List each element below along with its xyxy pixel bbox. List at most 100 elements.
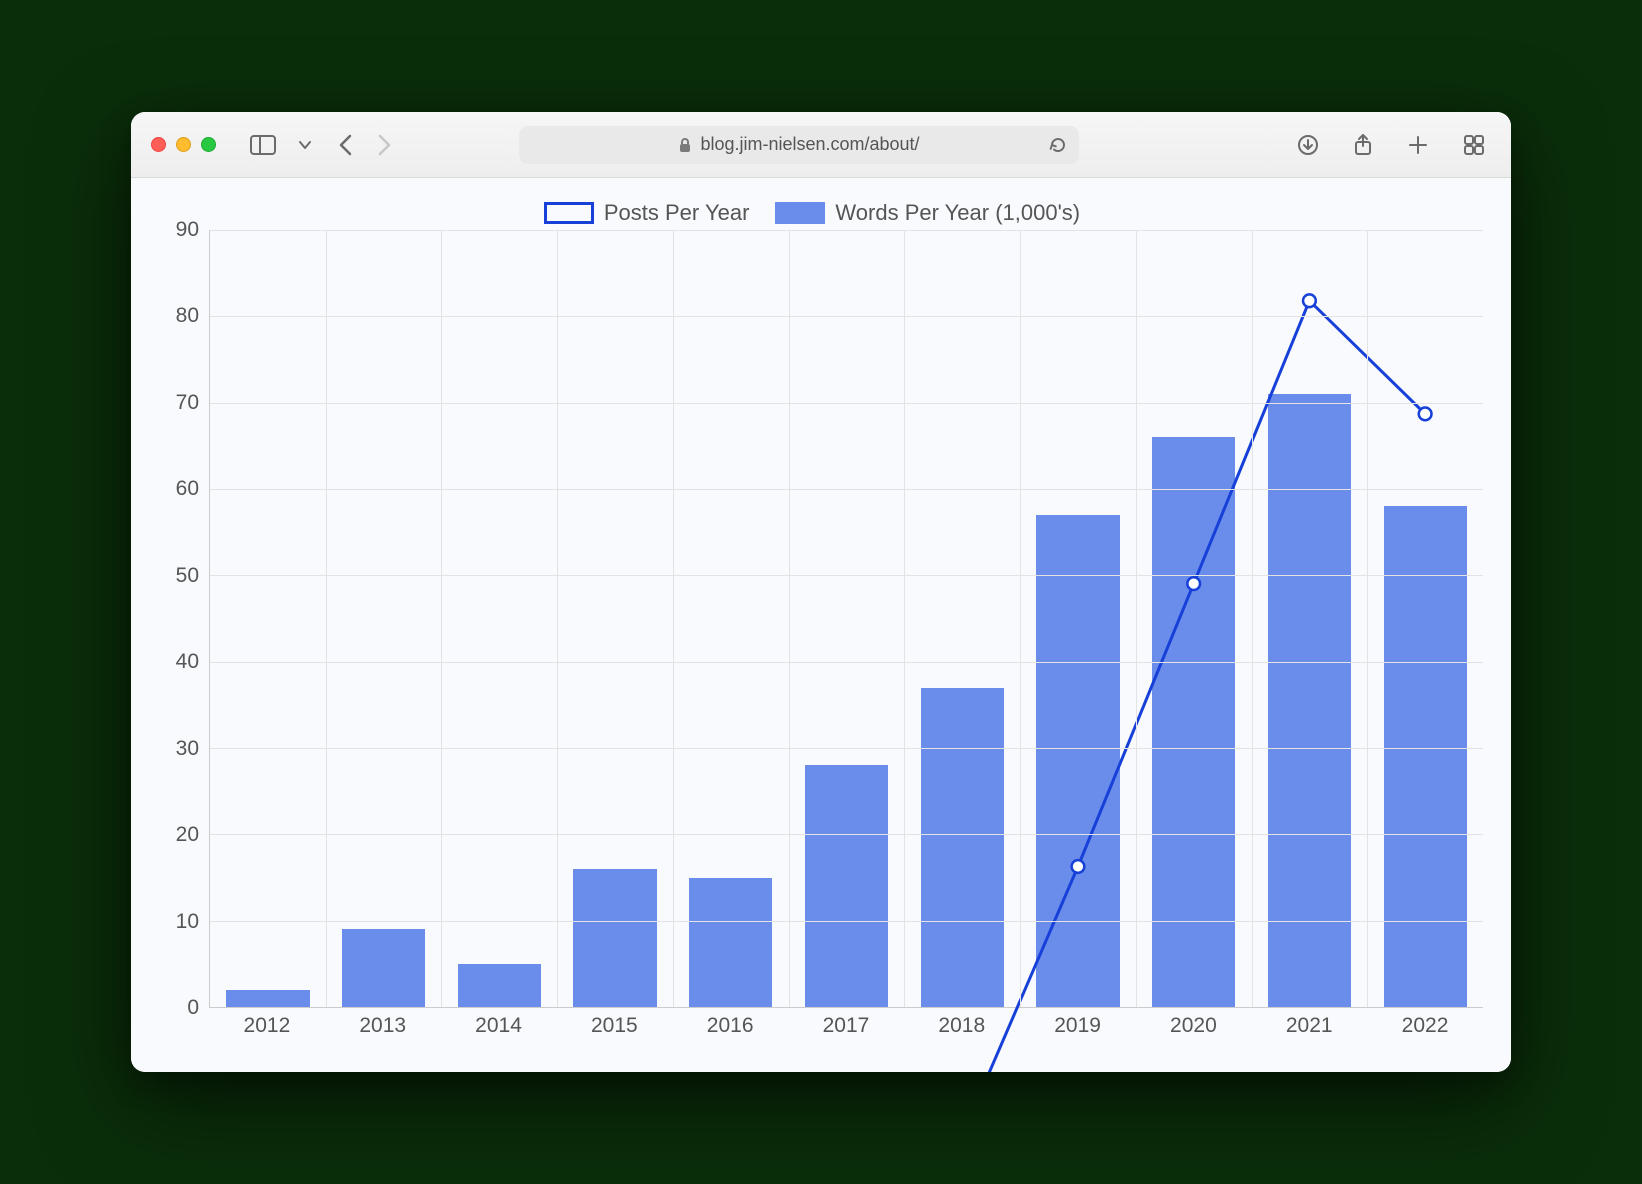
legend-label-words: Words Per Year (1,000's): [835, 200, 1080, 226]
chart-bar[interactable]: [921, 688, 1004, 1007]
y-tick-label: 30: [176, 737, 199, 761]
grid-line-vertical: [789, 230, 790, 1007]
page-content: Posts Per Year Words Per Year (1,000's) …: [131, 178, 1511, 1072]
chevron-right-icon: [374, 133, 394, 157]
bar-slot: [557, 230, 673, 1007]
y-tick-label: 90: [176, 218, 199, 242]
share-icon: [1353, 133, 1373, 157]
y-tick-label: 10: [176, 910, 199, 934]
chart-legend: Posts Per Year Words Per Year (1,000's): [141, 200, 1483, 226]
bar-slot: [326, 230, 442, 1007]
chart-bar[interactable]: [342, 929, 425, 1007]
close-window-button[interactable]: [151, 137, 166, 152]
grid-line-horizontal: [210, 489, 1483, 490]
chart-bar[interactable]: [573, 869, 656, 1007]
bar-slot: [1020, 230, 1136, 1007]
bar-slot: [673, 230, 789, 1007]
legend-swatch-line: [544, 202, 594, 224]
tab-group-dropdown-button[interactable]: [292, 134, 318, 156]
x-tick-label: 2014: [441, 1008, 557, 1048]
y-tick-label: 60: [176, 477, 199, 501]
share-button[interactable]: [1347, 129, 1379, 161]
chart-bar[interactable]: [1384, 506, 1467, 1007]
grid-line-horizontal: [210, 834, 1483, 835]
legend-label-posts: Posts Per Year: [604, 200, 750, 226]
y-tick-label: 80: [176, 304, 199, 328]
bar-slot: [1252, 230, 1368, 1007]
grid-icon: [1463, 134, 1485, 156]
bar-slot: [904, 230, 1020, 1007]
grid-line-horizontal: [210, 403, 1483, 404]
y-tick-label: 70: [176, 391, 199, 415]
grid-line-vertical: [557, 230, 558, 1007]
url-text: blog.jim-nielsen.com/about/: [700, 134, 919, 155]
maximize-window-button[interactable]: [201, 137, 216, 152]
grid-line-horizontal: [210, 662, 1483, 663]
y-tick-label: 40: [176, 650, 199, 674]
new-tab-button[interactable]: [1401, 130, 1435, 160]
bar-slot: [210, 230, 326, 1007]
grid-line-vertical: [326, 230, 327, 1007]
grid-line-horizontal: [210, 230, 1483, 231]
address-bar[interactable]: blog.jim-nielsen.com/about/: [519, 126, 1079, 164]
toolbar-right: [1291, 129, 1491, 161]
chart-bar[interactable]: [458, 964, 541, 1007]
sidebar-toggle-button[interactable]: [244, 131, 282, 159]
grid-line-horizontal: [210, 575, 1483, 576]
plot-area: [209, 230, 1483, 1008]
chart-bar[interactable]: [1036, 515, 1119, 1007]
chart-bar[interactable]: [689, 878, 772, 1007]
back-button[interactable]: [330, 129, 362, 161]
grid-line-vertical: [904, 230, 905, 1007]
bars-layer: [210, 230, 1483, 1007]
reload-icon: [1049, 136, 1067, 154]
x-tick-label: 2022: [1367, 1008, 1483, 1048]
grid-line-vertical: [441, 230, 442, 1007]
grid-line-vertical: [1252, 230, 1253, 1007]
minimize-window-button[interactable]: [176, 137, 191, 152]
bar-slot: [789, 230, 905, 1007]
x-tick-label: 2018: [904, 1008, 1020, 1048]
chart-bar[interactable]: [1268, 394, 1351, 1007]
chevron-down-icon: [298, 138, 312, 152]
nav-buttons: [330, 129, 400, 161]
y-tick-label: 50: [176, 564, 199, 588]
y-axis: 0102030405060708090: [141, 230, 209, 1008]
traffic-lights: [151, 137, 216, 152]
lock-icon: [678, 137, 692, 153]
titlebar: blog.jim-nielsen.com/about/: [131, 112, 1511, 178]
legend-item-posts[interactable]: Posts Per Year: [544, 200, 750, 226]
x-tick-label: 2020: [1136, 1008, 1252, 1048]
bar-slot: [441, 230, 557, 1007]
bar-slot: [1367, 230, 1483, 1007]
grid-line-horizontal: [210, 316, 1483, 317]
x-tick-label: 2012: [209, 1008, 325, 1048]
x-tick-label: 2015: [556, 1008, 672, 1048]
y-tick-label: 20: [176, 823, 199, 847]
legend-item-words[interactable]: Words Per Year (1,000's): [775, 200, 1080, 226]
chart-bar[interactable]: [805, 765, 888, 1007]
downloads-button[interactable]: [1291, 130, 1325, 160]
grid-line-horizontal: [210, 921, 1483, 922]
grid-line-vertical: [673, 230, 674, 1007]
x-axis: 2012201320142015201620172018201920202021…: [209, 1008, 1483, 1048]
x-tick-label: 2021: [1251, 1008, 1367, 1048]
browser-window: blog.jim-nielsen.com/about/: [131, 112, 1511, 1072]
x-tick-label: 2013: [325, 1008, 441, 1048]
legend-swatch-bar: [775, 202, 825, 224]
plus-icon: [1407, 134, 1429, 156]
chart-bar[interactable]: [226, 990, 309, 1007]
grid-line-vertical: [1136, 230, 1137, 1007]
tab-overview-button[interactable]: [1457, 130, 1491, 160]
y-tick-label: 0: [187, 996, 199, 1020]
grid-line-vertical: [1367, 230, 1368, 1007]
x-tick-label: 2017: [788, 1008, 904, 1048]
x-tick-label: 2016: [672, 1008, 788, 1048]
grid-line-vertical: [1020, 230, 1021, 1007]
bar-slot: [1136, 230, 1252, 1007]
download-icon: [1297, 134, 1319, 156]
forward-button[interactable]: [368, 129, 400, 161]
sidebar-icon: [250, 135, 276, 155]
chart: 0102030405060708090: [141, 230, 1483, 1008]
reload-button[interactable]: [1049, 136, 1067, 154]
